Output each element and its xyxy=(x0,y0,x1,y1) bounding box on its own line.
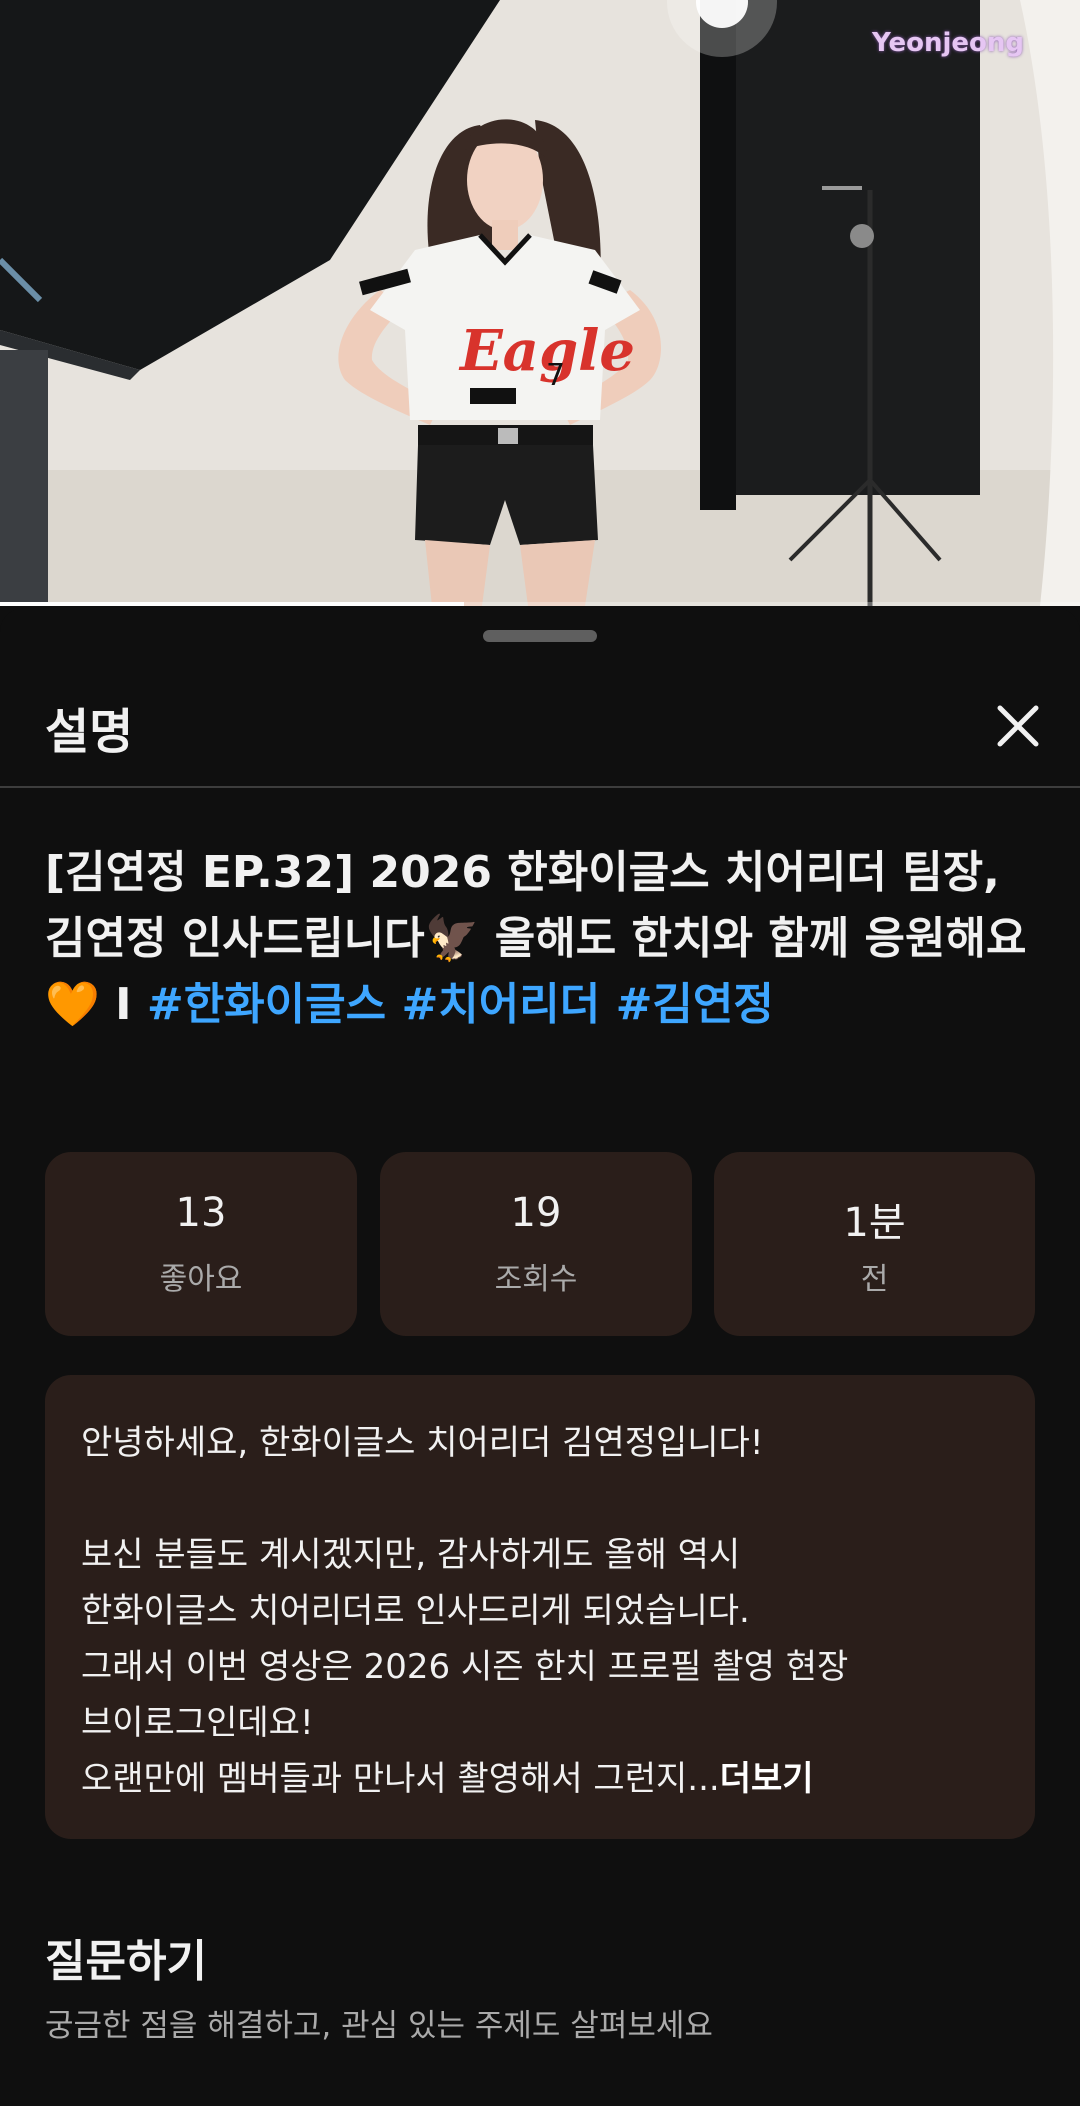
video-progress-bar[interactable] xyxy=(0,602,1080,606)
views-label: 조회수 xyxy=(494,1262,578,1297)
video-frame: Eagle 7 xyxy=(0,0,1080,606)
description-line: 한화이글스 치어리더로 인사드리게 되었습니다. xyxy=(81,1591,750,1631)
drag-handle[interactable] xyxy=(483,630,597,642)
show-more-button[interactable]: 더보기 xyxy=(720,1759,814,1799)
description-line: 오랜만에 멤버들과 만나서 촬영해서 그런지... xyxy=(81,1759,720,1799)
description-last-line: 오랜만에 멤버들과 만나서 촬영해서 그런지...더보기 xyxy=(81,1751,814,1800)
upload-time-label: 전 xyxy=(860,1262,889,1297)
likes-count: 13 xyxy=(175,1190,227,1236)
description-line: 안녕하세요, 한화이글스 치어리더 김연정입니다! xyxy=(81,1423,764,1463)
upload-time-stat: 1분 전 xyxy=(714,1152,1035,1336)
sheet-header: 설명 xyxy=(0,668,1080,788)
views-stat: 19 조회수 xyxy=(380,1152,692,1336)
likes-label: 좋아요 xyxy=(159,1262,243,1297)
close-icon xyxy=(997,705,1039,747)
hashtag-link[interactable]: #김연정 xyxy=(616,979,774,1030)
sheet-title: 설명 xyxy=(45,704,134,760)
description-line: 보신 분들도 계시겠지만, 감사하게도 올해 역시 xyxy=(81,1535,741,1575)
close-button[interactable] xyxy=(986,694,1050,758)
video-title: [김연정 EP.32] 2026 한화이글스 치어리더 팀장, 김연정 인사드립… xyxy=(45,840,1045,1038)
svg-text:7: 7 xyxy=(546,358,565,393)
title-separator: I xyxy=(99,979,132,1030)
hashtag-link[interactable]: #치어리더 xyxy=(401,979,600,1030)
ask-section-subtitle: 궁금한 점을 해결하고, 관심 있는 주제도 살펴보세요 xyxy=(45,2008,713,2044)
ask-section-title: 질문하기 xyxy=(45,1936,207,1987)
video-title-text-2: 올해도 한치와 함께 응원해요 xyxy=(479,913,1027,964)
views-count: 19 xyxy=(510,1190,562,1236)
upload-time-value: 1분 xyxy=(843,1200,906,1246)
stats-row: 13 좋아요 19 조회수 1분 전 xyxy=(45,1152,1035,1336)
hashtag-link[interactable]: #한화이글스 xyxy=(147,979,386,1030)
orange-heart-emoji: 🧡 xyxy=(45,979,100,1030)
video-progress-fill xyxy=(0,602,465,606)
description-sheet: 설명 [김연정 EP.32] 2026 한화이글스 치어리더 팀장, 김연정 인… xyxy=(0,608,1080,2106)
description-line: 브이로그인데요! xyxy=(81,1703,314,1743)
video-player[interactable]: Eagle 7 Yeonjeong xyxy=(0,0,1080,606)
channel-watermark: Yeonjeong xyxy=(872,28,1024,58)
eagle-emoji: 🦅 xyxy=(424,913,480,964)
description-box[interactable]: 안녕하세요, 한화이글스 치어리더 김연정입니다! 보신 분들도 계시겠지만, … xyxy=(45,1375,1035,1839)
likes-stat: 13 좋아요 xyxy=(45,1152,357,1336)
description-line: 그래서 이번 영상은 2026 시즌 한치 프로필 촬영 현장 xyxy=(81,1647,849,1687)
